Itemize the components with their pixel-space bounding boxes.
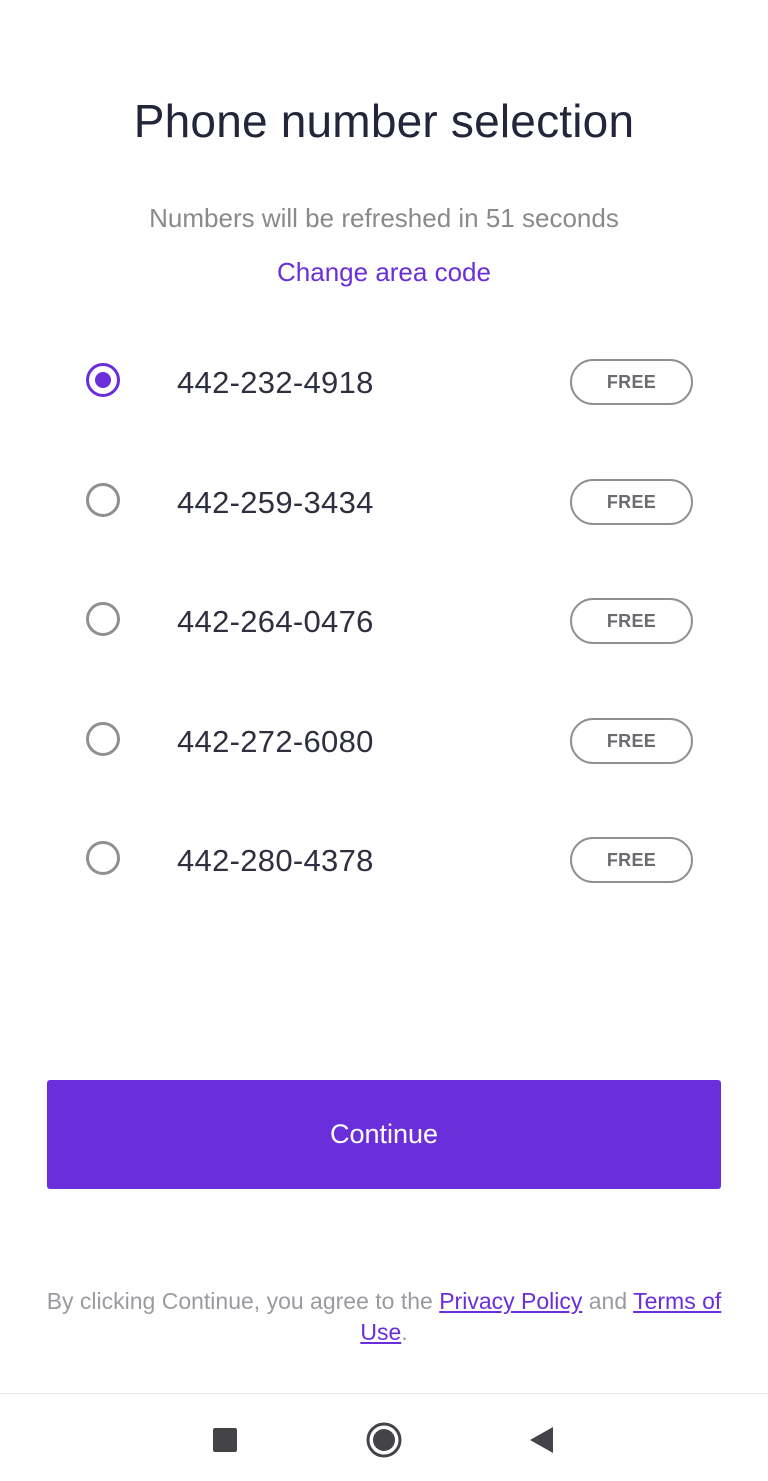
phone-number: 442-264-0476 xyxy=(177,604,374,639)
legal-prefix: By clicking Continue, you agree to the xyxy=(46,1288,440,1314)
radio-unselected-icon[interactable] xyxy=(86,721,120,756)
free-badge: FREE xyxy=(570,598,693,644)
number-option[interactable]: 442-232-4918 FREE xyxy=(0,323,768,443)
number-option[interactable]: 442-259-3434 FREE xyxy=(0,443,768,563)
recent-apps-icon[interactable] xyxy=(205,1420,245,1460)
free-badge: FREE xyxy=(570,717,693,764)
number-option[interactable]: 442-280-4378 FREE xyxy=(0,801,768,921)
radio-selected-icon[interactable] xyxy=(86,363,120,397)
change-area-code-link[interactable]: Change area code xyxy=(0,257,768,288)
phone-number: 442-280-4378 xyxy=(177,843,374,878)
continue-button[interactable]: Continue xyxy=(47,1080,721,1189)
number-list: 442-232-4918 FREE 442-259-3434 FREE 442-… xyxy=(0,323,768,921)
page-title: Phone number selection xyxy=(133,95,635,147)
phone-number: 442-272-6080 xyxy=(177,723,374,759)
number-option[interactable]: 442-264-0476 FREE xyxy=(0,562,768,682)
free-badge: FREE xyxy=(570,837,693,883)
radio-unselected-icon[interactable] xyxy=(86,841,120,875)
phone-number: 442-259-3434 xyxy=(177,484,374,520)
free-badge: FREE xyxy=(570,478,693,525)
legal-suffix: . xyxy=(401,1319,408,1345)
radio-unselected-icon[interactable] xyxy=(86,602,120,636)
legal-disclaimer: By clicking Continue, you agree to the P… xyxy=(40,1286,728,1348)
system-navigation-bar xyxy=(0,1394,768,1481)
back-icon[interactable] xyxy=(522,1420,562,1460)
radio-unselected-icon[interactable] xyxy=(86,482,120,517)
home-icon[interactable] xyxy=(364,1420,404,1460)
legal-and: and xyxy=(582,1288,634,1314)
number-option[interactable]: 442-272-6080 FREE xyxy=(0,682,768,802)
phone-number: 442-232-4918 xyxy=(177,365,374,400)
privacy-policy-link[interactable]: Privacy Policy xyxy=(439,1288,582,1314)
free-badge: FREE xyxy=(570,359,693,405)
refresh-countdown: Numbers will be refreshed in 51 seconds xyxy=(149,203,619,233)
